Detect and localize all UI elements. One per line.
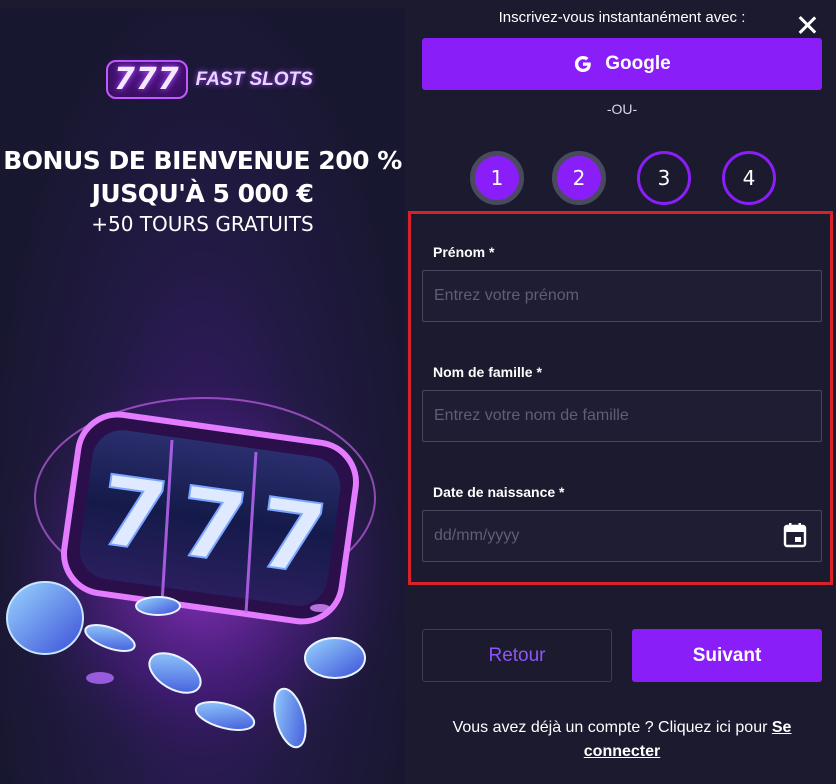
promo-subline: +50 TOURS GRATUITS [91,212,314,236]
google-icon [575,56,592,72]
brand-logo: 777 FAST SLOTS [106,60,313,99]
instant-signup-label: Inscrivez-vous instantanément avec : [498,9,746,26]
birth-date-input[interactable] [422,510,822,562]
close-icon[interactable] [794,12,820,38]
google-button-label: Google [605,53,671,74]
first-name-label: Prénom * [433,244,495,260]
first-name-input[interactable] [422,270,822,322]
last-name-label: Nom de famille * [433,364,542,380]
google-signup-button[interactable]: Google [422,38,822,90]
back-button[interactable]: Retour [422,629,612,682]
next-button[interactable]: Suivant [632,629,822,682]
step-3: 3 [637,151,691,205]
or-divider: -OU- [606,101,638,117]
login-prompt: Vous avez déjà un compte ? Cliquez ici p… [422,716,822,764]
logo-777-badge: 777 [106,60,188,99]
logo-wordmark: FAST SLOTS [195,68,313,90]
slot-machine-illustration: 7 7 7 [0,388,405,784]
birth-date-label: Date de naissance * [433,484,565,500]
step-2: 2 [552,151,606,205]
promo-headline-line1: BONUS DE BIENVENUE 200 % [3,146,402,175]
promo-headline-line2: JUSQU'À 5 000 € [91,179,314,208]
promo-panel: 777 FAST SLOTS BONUS DE BIENVENUE 200 % … [0,8,405,784]
last-name-input[interactable] [422,390,822,442]
calendar-icon[interactable] [783,522,807,548]
login-prompt-text: Vous avez déjà un compte ? Cliquez ici p… [452,719,772,736]
step-4: 4 [722,151,776,205]
step-1: 1 [470,151,524,205]
